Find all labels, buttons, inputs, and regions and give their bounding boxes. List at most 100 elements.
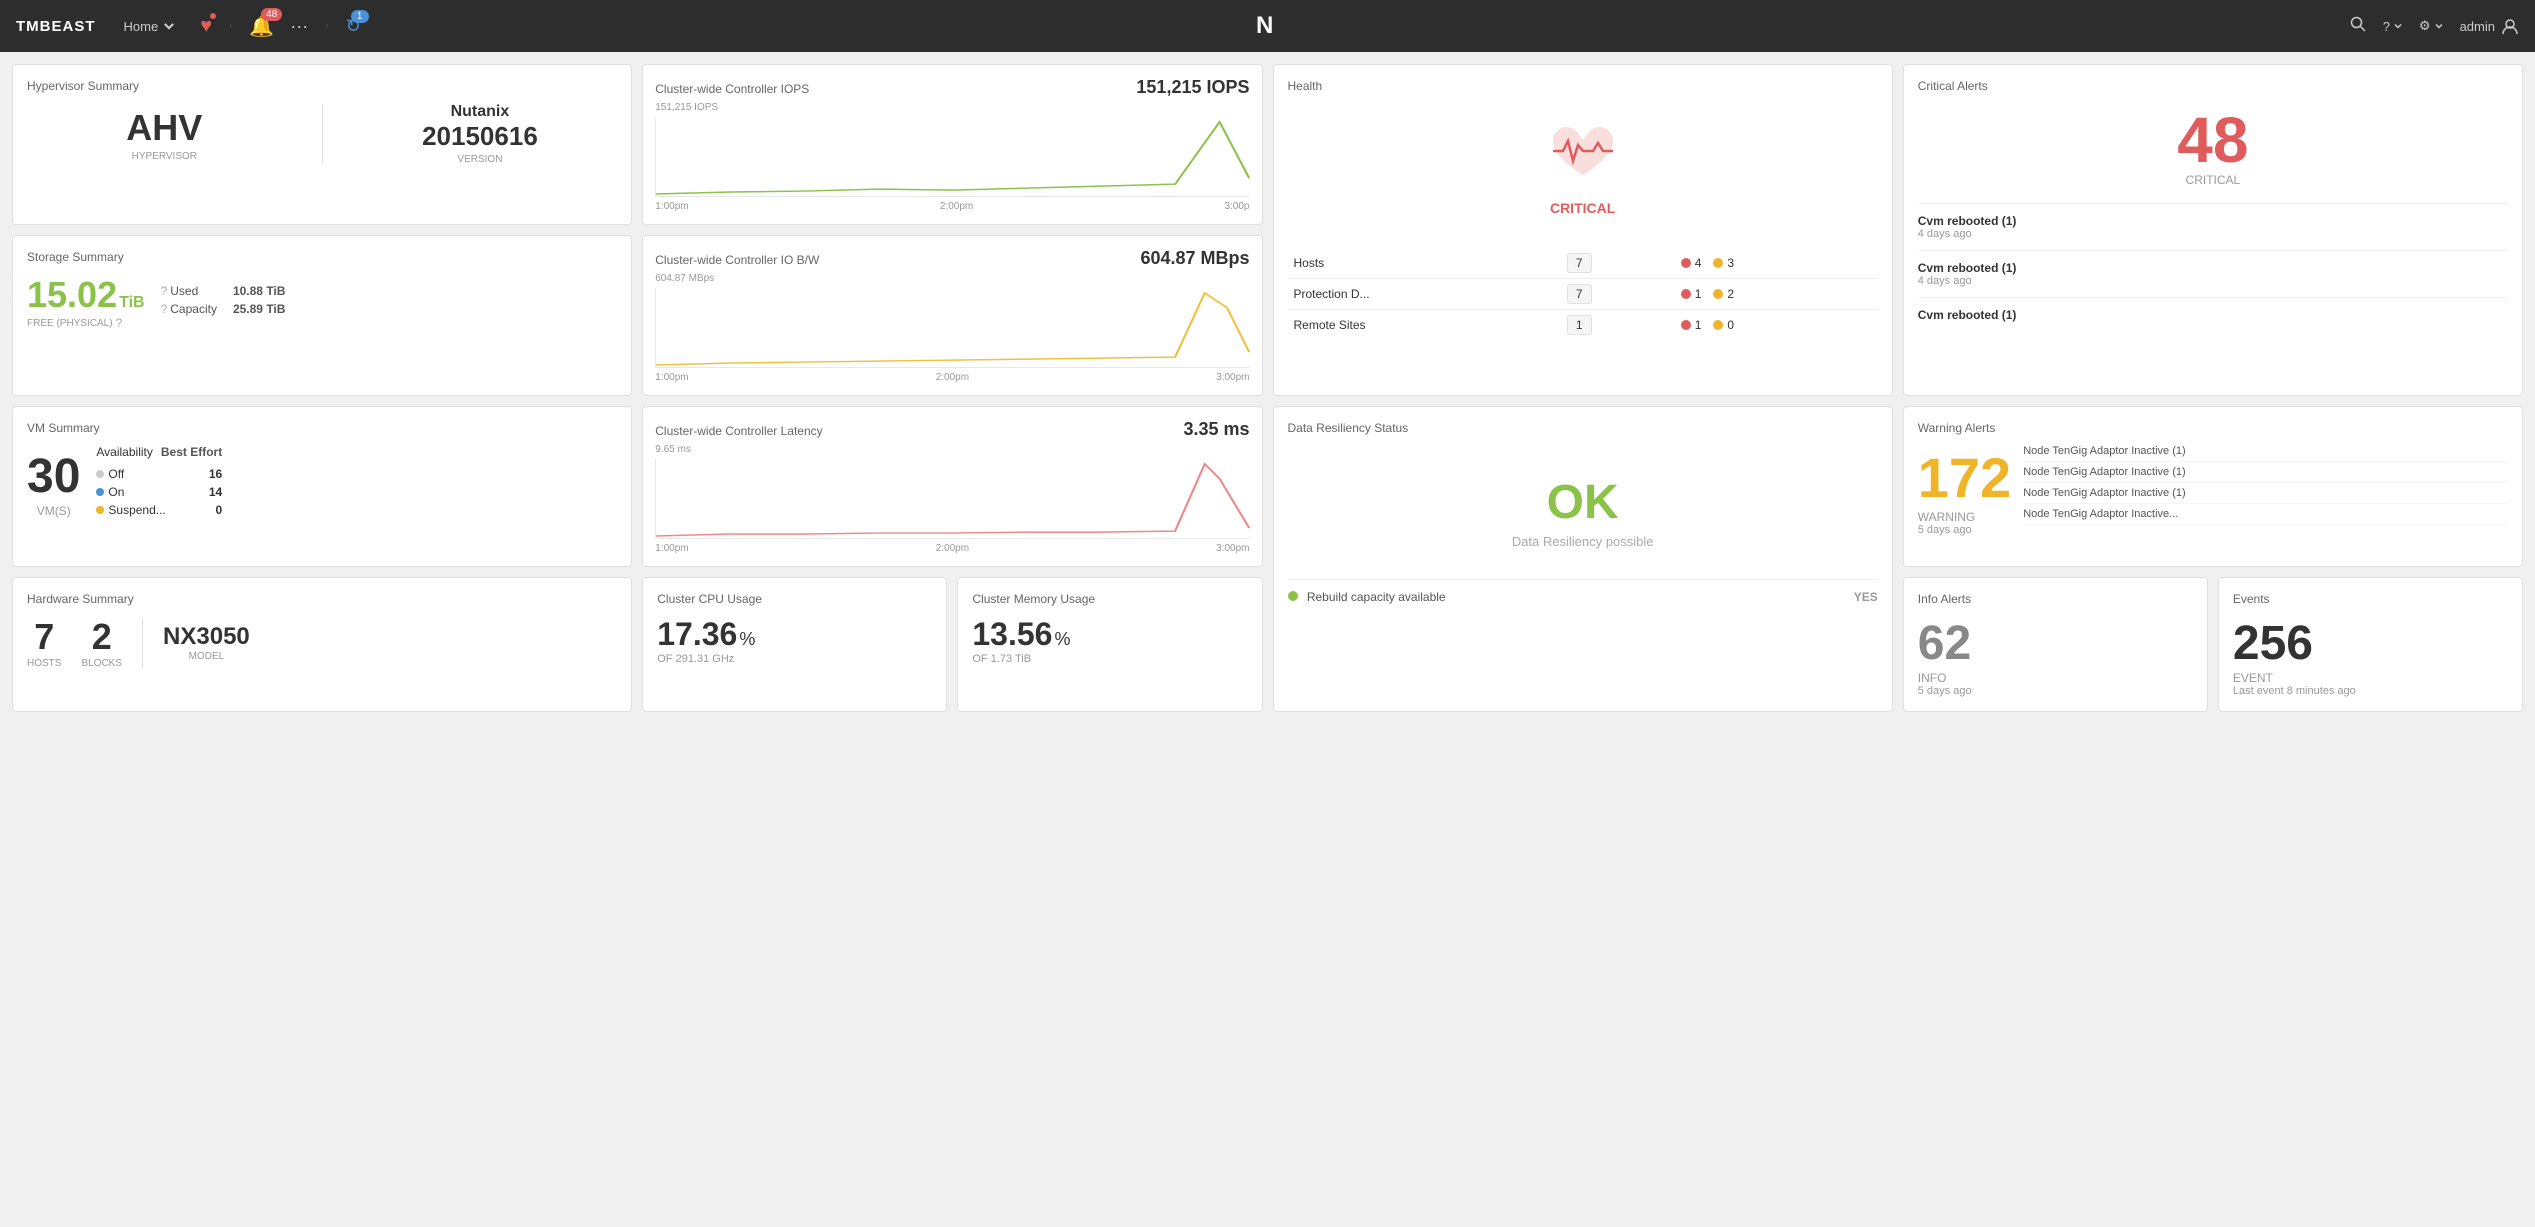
iops-chart-svg xyxy=(656,117,1249,196)
health-card: Health CRITICAL Hosts 7 4 xyxy=(1273,64,1893,396)
memory-value: 13.56 xyxy=(972,616,1052,653)
vm-availability-value: Best Effort xyxy=(161,445,222,459)
logo-center: N xyxy=(1252,9,1284,44)
iobw-chart-card: Cluster-wide Controller IO B/W 604.87 MB… xyxy=(642,235,1262,396)
resiliency-footer: Rebuild capacity available YES xyxy=(1288,579,1878,604)
cpu-unit: % xyxy=(739,629,755,650)
admin-button[interactable]: admin xyxy=(2460,17,2519,35)
warning-count-section: 172 WARNING 5 days ago xyxy=(1918,445,2011,536)
warning-content: 172 WARNING 5 days ago Node TenGig Adapt… xyxy=(1918,445,2508,536)
hypervisor-type: AHV HYPERVISOR xyxy=(27,107,302,162)
cpu-value-section: 17.36 % xyxy=(657,616,932,653)
events-title: Events xyxy=(2233,592,2508,606)
vm-suspend-dot xyxy=(96,506,104,514)
nav-home[interactable]: Home xyxy=(116,15,185,38)
warning-alerts-title: Warning Alerts xyxy=(1918,421,2508,435)
vm-suspend-label: Suspend... xyxy=(108,503,165,517)
red-dot-icon xyxy=(1681,289,1691,299)
info-label: INFO xyxy=(1918,671,2193,685)
vm-availability-label: Availability xyxy=(96,445,152,459)
iops-time-labels: 1:00pm 2:00pm 3:00p xyxy=(655,201,1249,212)
latency-chart-svg xyxy=(656,459,1249,538)
health-indicator[interactable]: ♥ xyxy=(200,15,212,38)
health-row-1-red: 1 xyxy=(1695,287,1702,301)
settings-button[interactable]: ⚙ xyxy=(2419,18,2444,34)
memory-unit: % xyxy=(1054,629,1070,650)
vm-on-row: On 14 xyxy=(96,485,222,499)
list-item: Cvm rebooted (1) 4 days ago xyxy=(1918,250,2508,297)
search-button[interactable] xyxy=(2349,15,2367,38)
info-time: 5 days ago xyxy=(1918,685,2193,697)
events-count: 256 xyxy=(2233,616,2508,671)
health-row-2-stats: 1 0 xyxy=(1681,318,1872,332)
health-row-1-yellow: 2 xyxy=(1727,287,1734,301)
svg-text:N: N xyxy=(1256,12,1273,39)
health-row-2-count: 1 xyxy=(1567,315,1592,335)
storage-title: Storage Summary xyxy=(27,250,617,264)
red-dot-icon xyxy=(1681,258,1691,268)
header: TMBEAST Home ♥ · 🔔 48 ··· · ↻ 1 xyxy=(0,0,2535,52)
iops-time-2: 3:00p xyxy=(1224,201,1249,212)
storage-capacity-label: Capacity xyxy=(170,302,217,316)
storage-capacity-help-icon[interactable]: ? xyxy=(161,302,168,316)
memory-sub: OF 1.73 TiB xyxy=(972,653,1247,665)
storage-help-icon[interactable]: ? xyxy=(116,316,123,330)
iobw-time-labels: 1:00pm 2:00pm 3:00pm xyxy=(655,372,1249,383)
user-icon xyxy=(2501,17,2519,35)
latency-time-0: 1:00pm xyxy=(655,543,688,554)
critical-item-1-text: Cvm rebooted (1) xyxy=(1918,261,2508,275)
red-dot-icon xyxy=(1681,320,1691,330)
warning-time: 5 days ago xyxy=(1918,524,2011,536)
resiliency-status: OK xyxy=(1288,475,1878,530)
latency-chart-card: Cluster-wide Controller Latency 3.35 ms … xyxy=(642,406,1262,567)
health-heart-icon xyxy=(1288,123,1878,196)
more-dots-icon[interactable]: ··· xyxy=(290,16,308,37)
list-item: Node TenGig Adaptor Inactive (1) xyxy=(2023,466,2508,483)
storage-free-label: FREE (PHYSICAL) ? xyxy=(27,316,145,330)
brand-label: TMBEAST xyxy=(16,18,96,35)
latency-title: Cluster-wide Controller Latency xyxy=(655,424,822,438)
cpu-usage-card: Cluster CPU Usage 17.36 % OF 291.31 GHz xyxy=(642,577,947,712)
sync-icon[interactable]: ↻ 1 xyxy=(346,16,361,37)
iops-value: 151,215 IOPS xyxy=(1136,77,1249,98)
separator-dot2: · xyxy=(324,17,329,35)
vm-off-row: Off 16 xyxy=(96,467,222,481)
memory-usage-card: Cluster Memory Usage 13.56 % OF 1.73 TiB xyxy=(957,577,1262,712)
events-card: Events 256 EVENT Last event 8 minutes ag… xyxy=(2218,577,2523,712)
critical-label: CRITICAL xyxy=(1918,173,2508,187)
health-row-0-stats: 4 3 xyxy=(1681,256,1872,270)
iops-time-0: 1:00pm xyxy=(655,201,688,212)
storage-used-help-icon[interactable]: ? xyxy=(161,284,168,298)
admin-label: admin xyxy=(2460,19,2495,34)
vm-summary-card: VM Summary 30 VM(S) Availability Best Ef… xyxy=(12,406,632,567)
critical-alerts-title: Critical Alerts xyxy=(1918,79,2508,93)
health-row-0-count: 7 xyxy=(1567,253,1592,273)
vm-count-value: 30 xyxy=(27,449,80,504)
latency-header: Cluster-wide Controller Latency 3.35 ms xyxy=(655,419,1249,440)
notification-area: ♥ · 🔔 48 ··· · ↻ 1 xyxy=(200,14,361,39)
cpu-value: 17.36 xyxy=(657,616,737,653)
storage-capacity-row: ? Capacity 25.89 TiB xyxy=(161,302,286,316)
storage-used-row: ? Used 10.88 TiB xyxy=(161,284,286,298)
table-row: Protection D... 7 1 2 xyxy=(1288,279,1878,310)
health-row-0-label: Hosts xyxy=(1288,248,1561,279)
iobw-chart-svg xyxy=(656,288,1249,367)
warning-alerts-list: Node TenGig Adaptor Inactive (1) Node Te… xyxy=(2023,445,2508,536)
storage-used-label: Used xyxy=(170,284,198,298)
sync-badge: 1 xyxy=(351,10,369,23)
iops-min-label: 151,215 IOPS xyxy=(655,102,1249,113)
critical-item-0-text: Cvm rebooted (1) xyxy=(1918,214,2508,228)
iops-time-1: 2:00pm xyxy=(940,201,973,212)
health-table: Hosts 7 4 3 Protection D... 7 xyxy=(1288,248,1878,340)
iobw-header: Cluster-wide Controller IO B/W 604.87 MB… xyxy=(655,248,1249,269)
storage-free-value: 15.02 xyxy=(27,274,117,316)
bell-icon[interactable]: 🔔 48 xyxy=(249,14,274,39)
storage-free-section: 15.02 TiB FREE (PHYSICAL) ? xyxy=(27,274,145,330)
events-time: Last event 8 minutes ago xyxy=(2233,685,2508,697)
info-alerts-title: Info Alerts xyxy=(1918,592,2193,606)
info-alerts-card: Info Alerts 62 INFO 5 days ago xyxy=(1903,577,2208,712)
vm-details: Availability Best Effort Off 16 On 14 Su… xyxy=(96,445,222,521)
health-ecg-icon xyxy=(1548,123,1618,183)
help-button[interactable]: ? xyxy=(2383,19,2403,34)
hardware-content: 7 HOSTS 2 BLOCKS NX3050 MODEL xyxy=(27,616,617,669)
